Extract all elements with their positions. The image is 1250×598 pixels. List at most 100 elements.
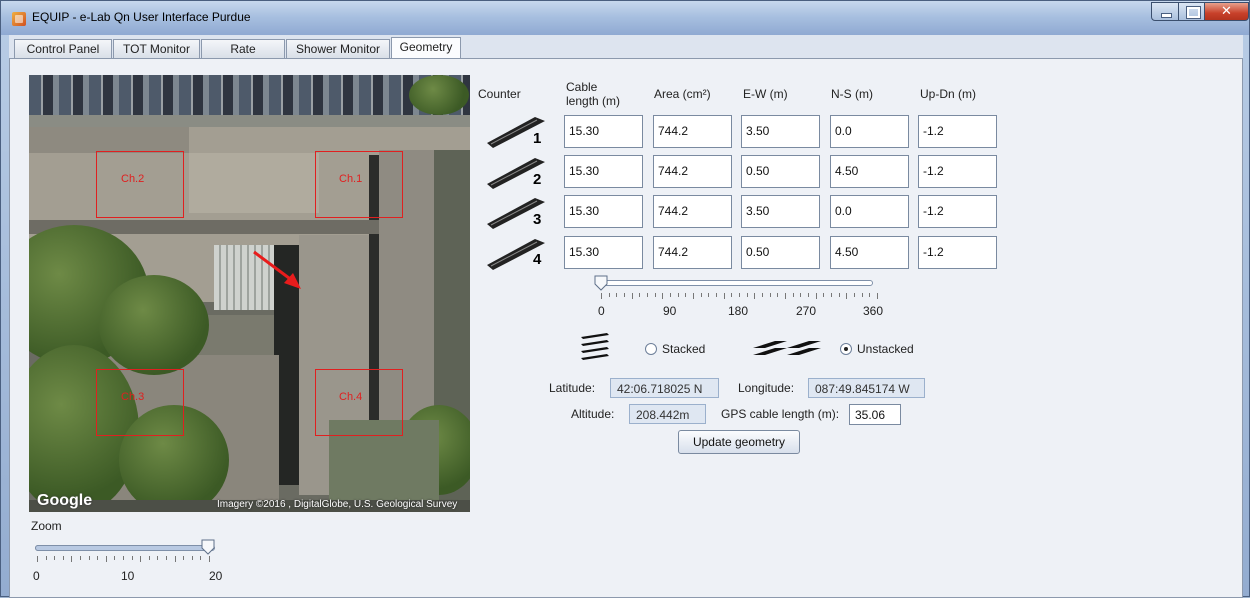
map-credit: Imagery ©2016 , DigitalGlobe, U.S. Geolo… — [217, 499, 458, 510]
satellite-map[interactable]: Ch.2 Ch.1 Ch.3 Ch.4 — [29, 75, 470, 512]
zoom-label: Zoom — [31, 519, 62, 533]
updn-input[interactable]: -1.2 — [918, 155, 997, 188]
longitude-value: 087:49.845174 W — [808, 378, 925, 398]
tick-mark — [792, 293, 794, 297]
close-button[interactable] — [1204, 2, 1249, 21]
tick-mark — [739, 293, 740, 297]
tick-mark — [800, 293, 802, 297]
unstacked-paddles-icon — [753, 341, 821, 355]
updn-input[interactable]: -1.2 — [918, 195, 997, 228]
tick-mark — [88, 556, 90, 560]
tick-mark — [54, 556, 56, 560]
channel-label-2: Ch.2 — [121, 173, 145, 185]
cable-length-input[interactable]: 15.30 — [564, 155, 643, 188]
updn-input[interactable]: -1.2 — [918, 115, 997, 148]
tree — [99, 275, 209, 375]
rotation-tick-label: 0 — [598, 304, 605, 318]
zoom-slider-thumb[interactable] — [201, 539, 215, 555]
tick-mark — [123, 556, 124, 560]
location-arrow-icon — [253, 250, 301, 289]
roof-strip — [29, 127, 189, 153]
channel-label-4: Ch.4 — [339, 391, 363, 403]
tick-mark — [45, 556, 47, 560]
cable-length-input[interactable]: 15.30 — [564, 115, 643, 148]
zoom-slider-fill — [35, 545, 207, 551]
tick-mark — [762, 293, 763, 297]
tick-mark — [670, 293, 671, 297]
ns-input[interactable]: 0.0 — [830, 115, 909, 148]
title-bar[interactable]: EQUIP - e-Lab Qn User Interface Purdue — [1, 1, 1249, 35]
header-ns: N-S (m) — [831, 87, 873, 101]
tick-mark — [183, 556, 185, 560]
zoom-tick-label: 0 — [33, 569, 40, 583]
tick-mark — [877, 293, 878, 299]
header-ew: E-W (m) — [743, 87, 788, 101]
tick-mark — [209, 556, 210, 562]
tab-rate-monitor[interactable]: Rate Monitor — [201, 39, 285, 75]
stacked-label: Stacked — [662, 342, 706, 356]
counter-number: 1 — [533, 130, 542, 147]
tab-tot-monitor[interactable]: TOT Monitor — [113, 39, 200, 58]
java-app-icon — [12, 12, 26, 26]
tick-mark — [131, 556, 133, 560]
tick-mark — [685, 293, 687, 297]
tick-mark — [37, 556, 38, 562]
tick-mark — [140, 556, 142, 562]
counter-number: 3 — [533, 211, 542, 228]
unstacked-radio[interactable] — [840, 343, 852, 355]
tick-mark — [631, 293, 633, 299]
ew-input[interactable]: 3.50 — [741, 195, 820, 228]
unstacked-label: Unstacked — [857, 342, 914, 356]
tick-mark — [777, 293, 779, 297]
parking-lot — [29, 75, 470, 115]
tick-mark — [693, 293, 694, 299]
tick-mark — [200, 556, 202, 560]
tick-mark — [708, 293, 710, 297]
tick-mark — [639, 293, 641, 297]
tab-shower-monitor[interactable]: Shower Monitor — [286, 39, 390, 58]
longitude-label: Longitude: — [738, 381, 795, 395]
tick-mark — [662, 293, 664, 299]
ns-input[interactable]: 4.50 — [830, 155, 909, 188]
area-input[interactable]: 744.2 — [653, 236, 732, 269]
update-geometry-button[interactable]: Update geometry — [678, 430, 800, 454]
tick-mark — [601, 293, 602, 299]
cable-length-input[interactable]: 15.30 — [564, 195, 643, 228]
zoom-tick-label: 20 — [209, 569, 223, 583]
counter-number: 4 — [533, 251, 542, 268]
updn-input[interactable]: -1.2 — [918, 236, 997, 269]
ew-input[interactable]: 0.50 — [741, 236, 820, 269]
tick-mark — [723, 293, 725, 299]
tick-mark — [731, 293, 733, 297]
gps-cable-input[interactable]: 35.06 — [849, 404, 901, 425]
ew-input[interactable]: 3.50 — [741, 115, 820, 148]
gps-cable-label: GPS cable length (m): — [721, 407, 840, 421]
tick-mark — [677, 293, 679, 297]
rotation-slider-thumb[interactable] — [594, 275, 608, 291]
tab-geometry[interactable]: Geometry — [391, 37, 461, 59]
ns-input[interactable]: 0.0 — [830, 195, 909, 228]
stacked-radio[interactable] — [645, 343, 657, 355]
tab-control-panel[interactable]: Control Panel — [14, 39, 112, 58]
tick-mark — [608, 293, 610, 297]
ew-input[interactable]: 0.50 — [741, 155, 820, 188]
tick-mark — [654, 293, 656, 297]
rotation-slider-track[interactable] — [596, 280, 873, 286]
google-logo: Google — [37, 492, 93, 509]
area-input[interactable]: 744.2 — [653, 195, 732, 228]
minimize-button[interactable] — [1151, 2, 1179, 21]
rotation-tick-label: 90 — [663, 304, 677, 318]
area-input[interactable]: 744.2 — [653, 155, 732, 188]
ns-input[interactable]: 4.50 — [830, 236, 909, 269]
cable-length-input[interactable]: 15.30 — [564, 236, 643, 269]
tick-mark — [647, 293, 648, 297]
rotation-tick-label: 270 — [796, 304, 817, 318]
tick-mark — [746, 293, 748, 297]
maximize-button[interactable] — [1178, 2, 1205, 21]
stacked-paddles-icon — [581, 333, 609, 360]
area-input[interactable]: 744.2 — [653, 115, 732, 148]
tick-mark — [754, 293, 756, 299]
tick-mark — [97, 556, 99, 560]
zoom-tick-label: 10 — [121, 569, 135, 583]
latitude-value: 42:06.718025 N — [610, 378, 719, 398]
